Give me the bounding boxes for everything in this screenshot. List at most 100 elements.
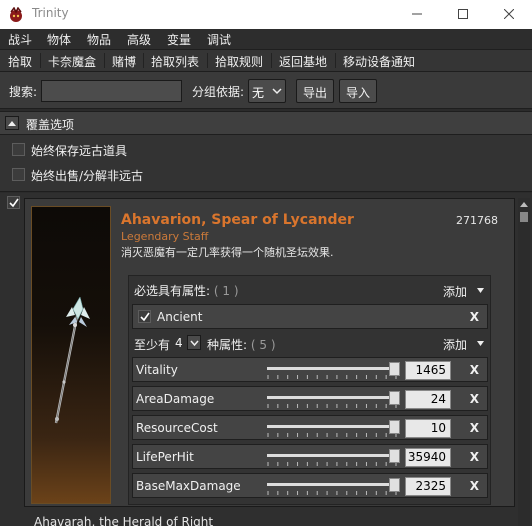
slider-track bbox=[267, 367, 397, 370]
overrides-panel: 始终保存远古道具 始终出售/分解非远古 bbox=[0, 135, 532, 192]
tab-kanai-cube[interactable]: 卡奈魔盒 bbox=[48, 50, 96, 71]
attribute-row: AreaDamage 24 X bbox=[132, 386, 488, 411]
at-least-count: ( 5 ) bbox=[250, 338, 276, 352]
export-button[interactable]: 导出 bbox=[296, 79, 334, 103]
attribute-value-input[interactable]: 2325 bbox=[405, 477, 451, 496]
attribute-value-input[interactable]: 1465 bbox=[405, 361, 451, 380]
menu-item-combat[interactable]: 战斗 bbox=[8, 31, 32, 48]
remove-required-button[interactable]: X bbox=[470, 310, 479, 324]
attribute-slider[interactable] bbox=[267, 391, 403, 409]
window-title: Trinity bbox=[32, 6, 69, 20]
at-least-select[interactable] bbox=[187, 335, 201, 350]
checkmark-icon bbox=[9, 198, 19, 208]
tab-loot[interactable]: 拾取 bbox=[8, 50, 32, 71]
trinity-icon bbox=[10, 7, 22, 22]
close-icon bbox=[504, 9, 514, 19]
dropdown-arrow-icon bbox=[477, 341, 484, 346]
group-by-value: 无 bbox=[252, 86, 265, 100]
attribute-value-input[interactable]: 35940 bbox=[405, 448, 451, 467]
chevron-up-icon bbox=[8, 121, 16, 126]
attribute-value-input[interactable]: 10 bbox=[405, 419, 451, 438]
at-least-number[interactable]: 4 bbox=[175, 336, 183, 350]
menu-item-debug[interactable]: 调试 bbox=[207, 31, 231, 48]
item-id: 271768 bbox=[456, 214, 498, 227]
tab-separator bbox=[335, 53, 336, 68]
overrides-title: 覆盖选项 bbox=[26, 118, 75, 132]
at-least-suffix-wrap: 种属性: ( 5 ) bbox=[207, 336, 276, 353]
remove-attribute-button[interactable]: X bbox=[470, 392, 479, 406]
menu-item-items[interactable]: 物品 bbox=[87, 31, 111, 48]
overrides-section-header[interactable]: 覆盖选项 bbox=[0, 111, 532, 135]
tab-separator bbox=[143, 53, 144, 68]
tab-separator bbox=[207, 53, 208, 68]
checkmark-icon bbox=[140, 312, 150, 322]
menu-bar: 战斗 物体 物品 高级 变量 调试 bbox=[0, 29, 532, 49]
tab-bar: 拾取 卡奈魔盒 赌博 拾取列表 拾取规则 返回基地 移动设备通知 bbox=[0, 49, 532, 71]
attribute-slider[interactable] bbox=[267, 478, 403, 496]
keep-ancient-checkbox[interactable] bbox=[12, 143, 25, 156]
attribute-row: LifePerHit 35940 X bbox=[132, 444, 488, 469]
scroll-up-icon[interactable] bbox=[519, 200, 529, 210]
remove-attribute-button[interactable]: X bbox=[470, 421, 479, 435]
remove-attribute-button[interactable]: X bbox=[470, 479, 479, 493]
add-required-button[interactable]: 添加 bbox=[435, 281, 487, 301]
required-count: ( 1 ) bbox=[213, 284, 239, 298]
attribute-name: ResourceCost bbox=[136, 421, 218, 435]
at-least-prefix: 至少有 bbox=[134, 338, 171, 352]
attribute-row: Vitality 1465 X bbox=[132, 357, 488, 382]
tab-gamble[interactable]: 赌博 bbox=[112, 50, 136, 71]
close-button[interactable] bbox=[486, 0, 532, 29]
slider-handle[interactable] bbox=[389, 420, 400, 434]
add-required-label: 添加 bbox=[443, 285, 468, 299]
slider-ticks bbox=[267, 404, 397, 408]
slider-ticks bbox=[267, 462, 397, 466]
menu-item-objects[interactable]: 物体 bbox=[47, 31, 71, 48]
maximize-icon bbox=[458, 9, 468, 19]
window-titlebar: Trinity bbox=[0, 0, 532, 29]
attribute-slider[interactable] bbox=[267, 449, 403, 467]
attribute-slider[interactable] bbox=[267, 362, 403, 380]
menu-item-advanced[interactable]: 高级 bbox=[127, 31, 151, 48]
sell-non-ancient-checkbox[interactable] bbox=[12, 168, 25, 181]
tab-loot-list[interactable]: 拾取列表 bbox=[151, 50, 199, 71]
minimize-button[interactable] bbox=[394, 0, 440, 29]
slider-ticks bbox=[267, 375, 397, 379]
attribute-name: AreaDamage bbox=[136, 392, 215, 406]
slider-handle[interactable] bbox=[389, 391, 400, 405]
slider-handle[interactable] bbox=[389, 478, 400, 492]
keep-ancient-label: 始终保存远古道具 bbox=[31, 144, 128, 158]
dropdown-arrow-icon bbox=[477, 288, 484, 293]
item-list: Ahavarion, Spear of Lycander Legendary S… bbox=[0, 193, 532, 526]
slider-track bbox=[267, 454, 397, 457]
maximize-button[interactable] bbox=[440, 0, 486, 29]
collapse-toggle[interactable] bbox=[5, 116, 19, 130]
ancient-checkbox[interactable] bbox=[138, 310, 151, 323]
attribute-slider[interactable] bbox=[267, 420, 403, 438]
at-least-suffix: 种属性: bbox=[207, 338, 248, 352]
tab-separator bbox=[104, 53, 105, 68]
group-by-label: 分组依据: bbox=[192, 85, 245, 99]
required-row: Ancient X bbox=[132, 304, 488, 329]
menu-item-variables[interactable]: 变量 bbox=[167, 31, 191, 48]
tab-return-base[interactable]: 返回基地 bbox=[279, 50, 327, 71]
tab-separator bbox=[40, 53, 41, 68]
attribute-row: ResourceCost 10 X bbox=[132, 415, 488, 440]
attribute-rules: 必选具有属性: ( 1 ) 添加 Ancient X 至少有 4 种属性: (… bbox=[128, 275, 491, 505]
slider-handle[interactable] bbox=[389, 362, 400, 376]
tab-loot-rules[interactable]: 拾取规则 bbox=[215, 50, 263, 71]
remove-attribute-button[interactable]: X bbox=[470, 450, 479, 464]
import-button[interactable]: 导入 bbox=[339, 79, 377, 103]
slider-handle[interactable] bbox=[389, 449, 400, 463]
add-optional-button[interactable]: 添加 bbox=[435, 334, 487, 354]
attribute-row: BaseMaxDamage 2325 X bbox=[132, 473, 488, 498]
remove-attribute-button[interactable]: X bbox=[470, 363, 479, 377]
tab-mobile-notify[interactable]: 移动设备通知 bbox=[343, 50, 415, 71]
required-label-text: 必选具有属性: bbox=[134, 284, 211, 298]
scroll-thumb[interactable] bbox=[520, 212, 528, 222]
search-input[interactable] bbox=[41, 80, 182, 102]
attribute-value-input[interactable]: 24 bbox=[405, 390, 451, 409]
vertical-scrollbar[interactable] bbox=[518, 198, 530, 526]
item-enabled-checkbox[interactable] bbox=[7, 196, 20, 209]
next-item-name[interactable]: Ahavarah, the Herald of Right bbox=[34, 515, 213, 526]
group-by-select[interactable]: 无 bbox=[248, 79, 286, 103]
